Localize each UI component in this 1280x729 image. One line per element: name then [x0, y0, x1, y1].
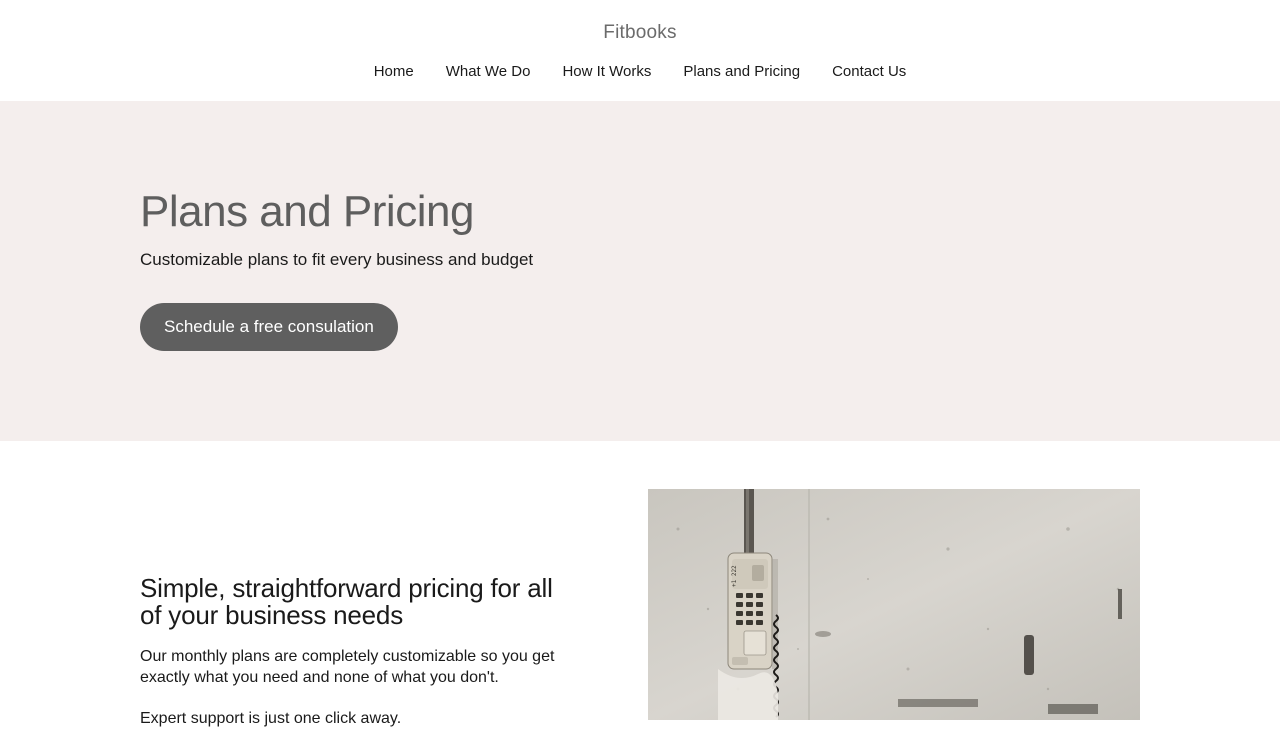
wall-phone-photo: +1 222 — [648, 489, 1140, 720]
nav-item-what-we-do[interactable]: What We Do — [430, 62, 547, 82]
section-body: Our monthly plans are completely customi… — [140, 648, 555, 686]
site-title[interactable]: Fitbooks — [0, 22, 1280, 44]
section-body-secondary: Expert support is just one click away. — [140, 710, 402, 727]
schedule-consultation-button[interactable]: Schedule a free consulation — [140, 303, 398, 351]
hero-subtitle: Customizable plans to fit every business… — [140, 250, 534, 269]
nav-item-how-it-works[interactable]: How It Works — [546, 62, 667, 82]
page-title: Plans and Pricing — [140, 187, 474, 236]
section-title: Simple, straightforward pricing for all … — [140, 573, 553, 630]
nav-item-contact-us[interactable]: Contact Us — [816, 62, 922, 82]
site-header: Fitbooks Home What We Do How It Works Pl… — [0, 0, 1280, 101]
nav-item-plans-and-pricing[interactable]: Plans and Pricing — [667, 62, 816, 82]
hero-section: Plans and Pricing Customizable plans to … — [0, 101, 1280, 441]
phone-display-text: +1 222 — [731, 565, 738, 587]
main-nav: Home What We Do How It Works Plans and P… — [0, 62, 1280, 82]
nav-item-home[interactable]: Home — [358, 62, 430, 82]
